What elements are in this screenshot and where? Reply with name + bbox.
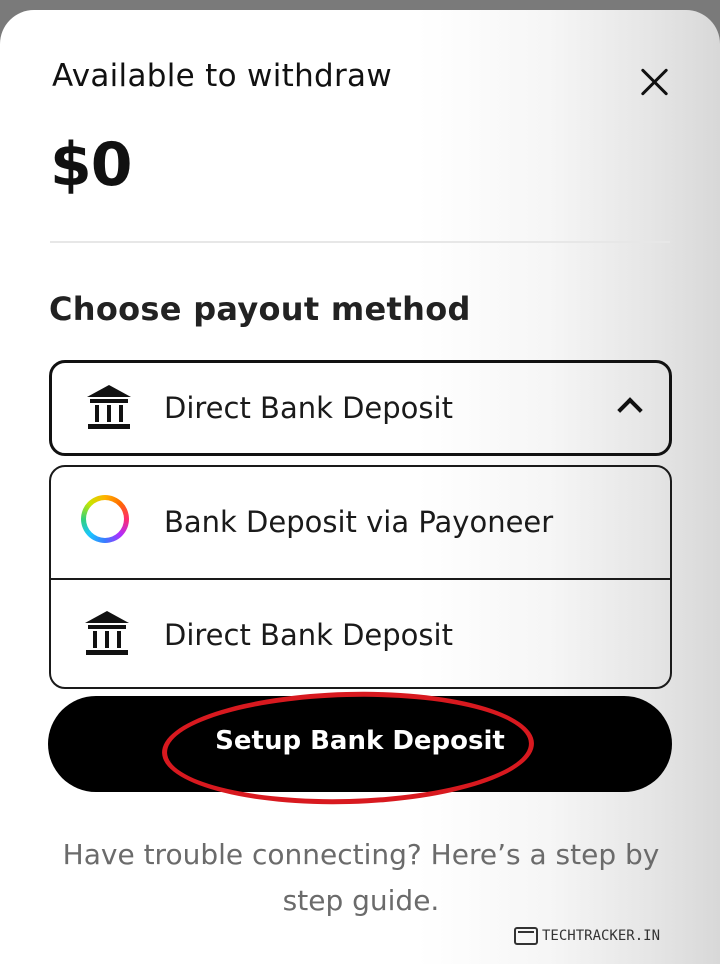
watermark: TECHTRACKER.IN	[514, 924, 660, 948]
watermark-logo-icon	[514, 927, 538, 945]
option-direct-bank-label: Direct Bank Deposit	[164, 618, 453, 652]
bank-icon	[84, 383, 134, 435]
available-withdraw-title: Available to withdraw	[52, 58, 392, 94]
option-payoneer[interactable]: Bank Deposit via Payoneer	[51, 467, 670, 577]
withdraw-sheet: Available to withdraw $0 Choose payout m…	[0, 10, 720, 964]
help-guide-link[interactable]: Have trouble connecting? Here’s a step b…	[46, 832, 676, 924]
available-amount: $0	[50, 130, 132, 200]
close-icon[interactable]	[633, 60, 677, 104]
choose-payout-title: Choose payout method	[49, 290, 471, 328]
payout-method-select[interactable]: Direct Bank Deposit	[49, 360, 672, 456]
option-direct-bank[interactable]: Direct Bank Deposit	[51, 578, 670, 687]
watermark-text: TECHTRACKER.IN	[542, 928, 661, 944]
selected-method-label: Direct Bank Deposit	[164, 391, 453, 425]
chevron-up-icon	[617, 397, 643, 423]
divider	[50, 241, 670, 243]
bank-icon	[82, 609, 132, 661]
payoneer-ring-icon	[81, 495, 129, 543]
option-payoneer-label: Bank Deposit via Payoneer	[164, 505, 554, 539]
payout-options-list: Bank Deposit via Payoneer Direct Bank De…	[49, 465, 672, 689]
